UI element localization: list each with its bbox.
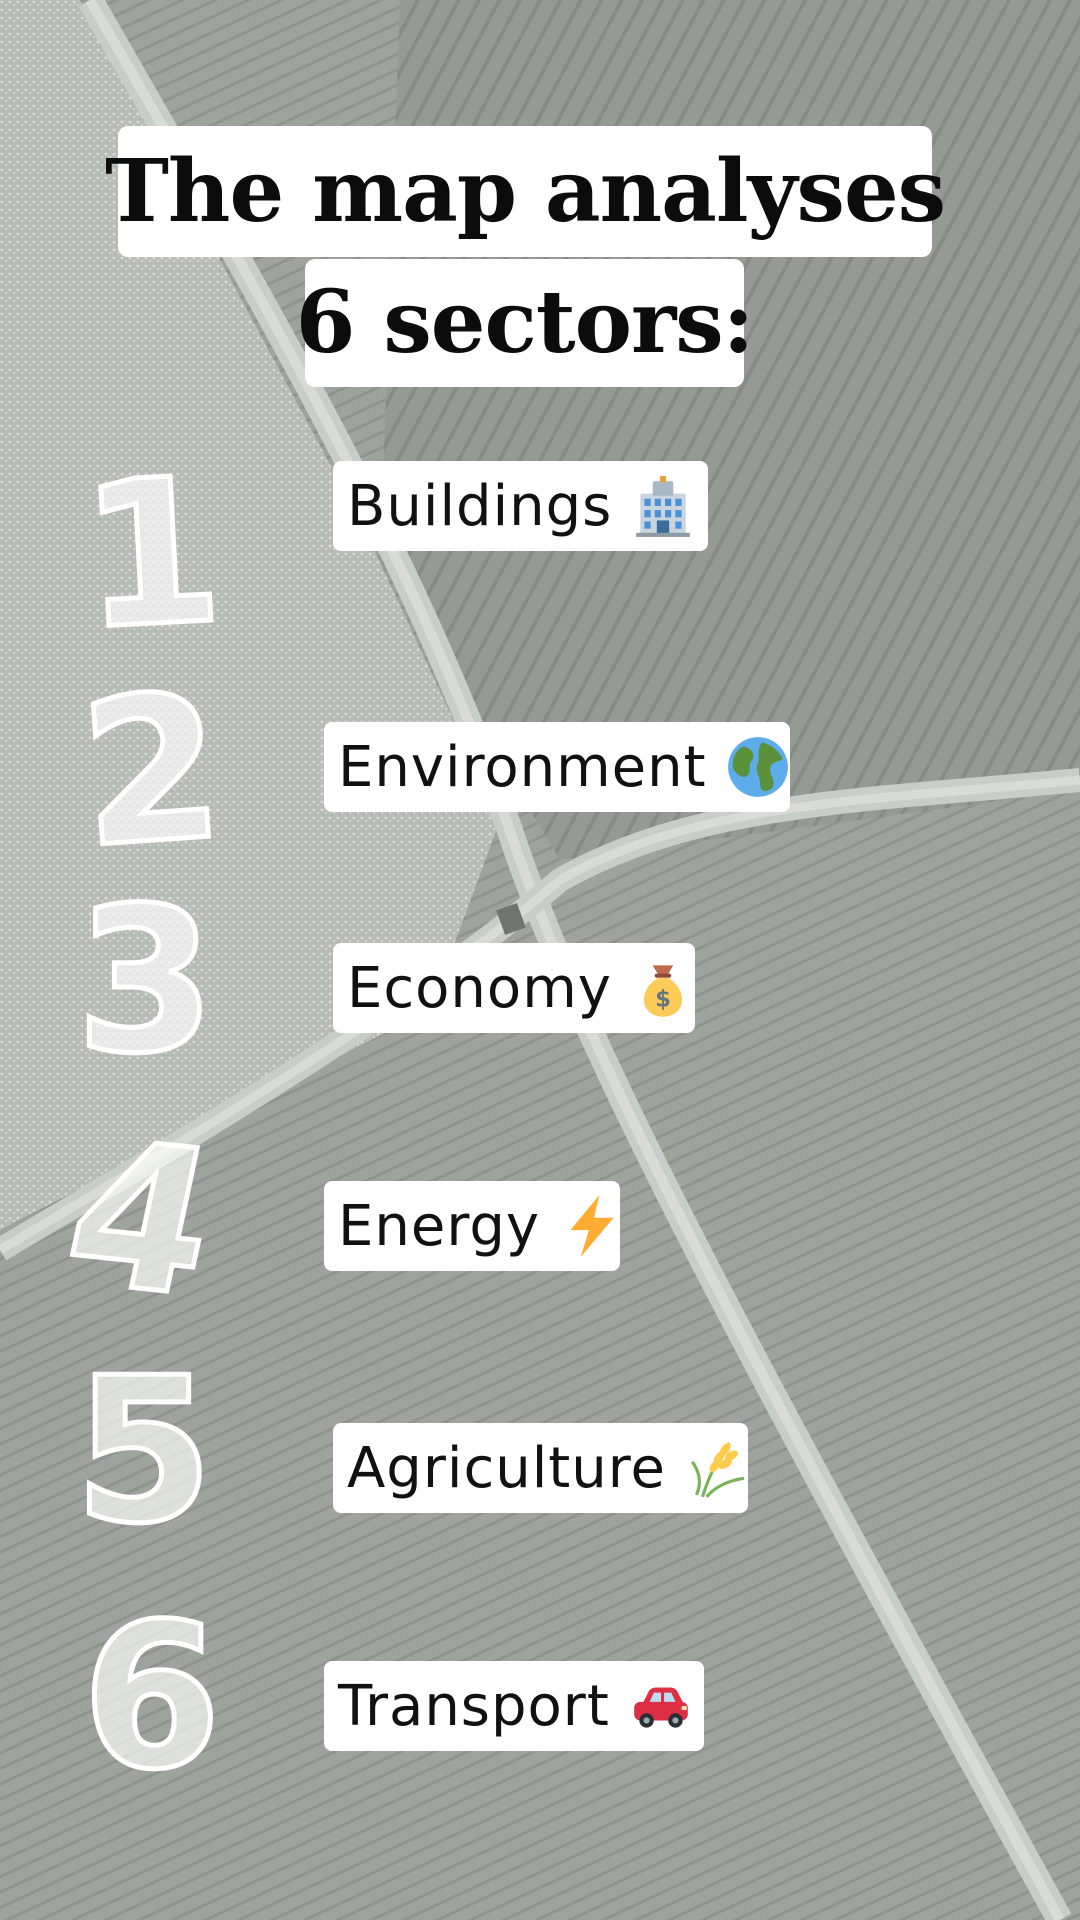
sector-label: Environment xyxy=(338,734,707,800)
sector-number-5: 5 xyxy=(71,1335,215,1568)
sector-item-environment: Environment xyxy=(324,722,790,812)
wheat-icon xyxy=(684,1435,750,1501)
svg-text:$: $ xyxy=(655,987,671,1013)
sector-item-economy: Economy $ xyxy=(333,943,695,1033)
sector-number-1: 1 xyxy=(73,432,229,677)
sector-number-3: 3 xyxy=(73,865,217,1098)
sector-label: Energy xyxy=(338,1193,541,1259)
sector-number-2: 2 xyxy=(72,648,232,895)
sector-label: Economy xyxy=(347,955,612,1021)
title-line-2: 6 sectors: xyxy=(296,259,754,387)
sector-label: Buildings xyxy=(347,473,613,539)
title-line-1: The map analyses xyxy=(105,126,946,257)
infographic-canvas: The map analyses 6 sectors: 1 2 3 4 5 6 … xyxy=(0,0,1080,1920)
sector-item-transport: Transport xyxy=(324,1661,704,1751)
sector-item-energy: Energy xyxy=(324,1181,620,1271)
sector-item-buildings: Buildings xyxy=(333,461,708,551)
sector-number-6: 6 xyxy=(79,1581,223,1814)
money-bag-icon: $ xyxy=(630,955,696,1021)
sector-label: Agriculture xyxy=(347,1435,666,1501)
sector-label: Transport xyxy=(338,1673,610,1739)
globe-icon xyxy=(725,734,791,800)
lightning-icon xyxy=(558,1193,624,1259)
office-building-icon xyxy=(630,473,696,539)
car-icon xyxy=(628,1673,694,1739)
sector-item-agriculture: Agriculture xyxy=(333,1423,748,1513)
